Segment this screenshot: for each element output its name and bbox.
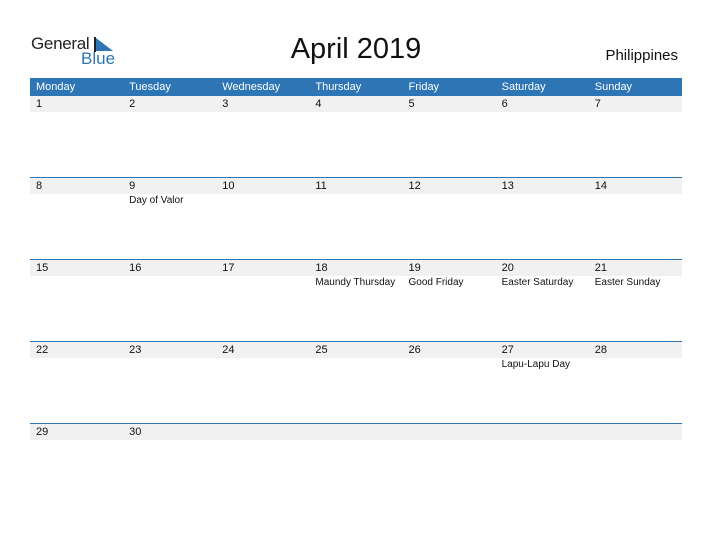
event-row: Maundy Thursday Good Friday Easter Saturda… [30, 276, 682, 290]
day-number: 4 [315, 98, 322, 110]
holiday-label [30, 194, 123, 208]
week-row: 8 9 10 11 12 13 14 Day of Valor [30, 177, 682, 259]
holiday-label [123, 358, 216, 372]
calendar-grid: Monday Tuesday Wednesday Thursday Friday… [30, 78, 682, 505]
weekday-label: Sunday [594, 81, 633, 93]
holiday-label: Easter Saturday [501, 277, 574, 288]
week-row: 22 23 24 25 26 27 28 Lapu-Lapu Day [30, 341, 682, 423]
day-number: 15 [36, 262, 49, 274]
day-number [403, 424, 496, 440]
day-number: 11 [315, 180, 327, 192]
holiday-label [30, 358, 123, 372]
weekday-label: Saturday [501, 81, 546, 93]
weekday-label: Thursday [315, 81, 362, 93]
day-number: 16 [129, 262, 142, 274]
weekday-label: Friday [408, 81, 440, 93]
weekday-label: Monday [36, 81, 76, 93]
day-number [496, 424, 589, 440]
date-row: 15 16 17 18 19 20 21 [30, 260, 682, 276]
day-number: 21 [594, 262, 607, 274]
day-number: 3 [222, 98, 229, 110]
day-number [216, 424, 309, 440]
date-row: 29 30 [30, 424, 682, 440]
day-number: 14 [594, 180, 607, 192]
holiday-label [216, 194, 309, 208]
holiday-label: Good Friday [408, 277, 464, 288]
event-row: Lapu-Lapu Day [30, 358, 682, 372]
holiday-label: Easter Sunday [594, 277, 661, 288]
event-row: Day of Valor [30, 194, 682, 208]
weekday-header: Monday Tuesday Wednesday Thursday Friday… [30, 78, 682, 96]
country-label: Philippines [605, 47, 678, 64]
holiday-label [309, 194, 402, 208]
day-number: 1 [36, 98, 43, 110]
weekday-label: Tuesday [129, 81, 171, 93]
holiday-label [496, 194, 589, 208]
week-row: 29 30 [30, 423, 682, 505]
week-row: 1 2 3 4 5 6 7 [30, 96, 682, 177]
day-number: 6 [501, 98, 508, 110]
holiday-label: Day of Valor [129, 195, 184, 206]
day-number: 5 [408, 98, 415, 110]
day-number: 30 [129, 426, 142, 438]
day-number: 20 [501, 262, 514, 274]
day-number: 19 [408, 262, 421, 274]
day-number: 2 [129, 98, 136, 110]
day-number: 17 [222, 262, 235, 274]
day-number: 24 [222, 344, 235, 356]
day-number: 23 [129, 344, 142, 356]
holiday-label: Maundy Thursday [315, 277, 396, 288]
day-number: 26 [408, 344, 421, 356]
holiday-label [216, 276, 309, 290]
date-row: 22 23 24 25 26 27 28 [30, 342, 682, 358]
day-number: 9 [129, 180, 136, 192]
day-number: 10 [222, 180, 235, 192]
holiday-label [309, 358, 402, 372]
holiday-label [216, 358, 309, 372]
holiday-label [403, 358, 496, 372]
day-number: 18 [315, 262, 328, 274]
holiday-label [403, 194, 496, 208]
day-number: 8 [36, 180, 43, 192]
holiday-label [123, 276, 216, 290]
day-number [589, 424, 682, 440]
day-number: 25 [315, 344, 328, 356]
day-number: 29 [36, 426, 49, 438]
holiday-label [589, 194, 682, 208]
day-number: 12 [408, 180, 421, 192]
day-number: 7 [594, 98, 601, 110]
holiday-label [589, 358, 682, 372]
weekday-label: Wednesday [222, 81, 281, 93]
day-number: 28 [594, 344, 607, 356]
day-number [309, 424, 402, 440]
day-number: 13 [501, 180, 514, 192]
date-row: 8 9 10 11 12 13 14 [30, 178, 682, 194]
date-row: 1 2 3 4 5 6 7 [30, 96, 682, 112]
day-number: 22 [36, 344, 49, 356]
holiday-label [30, 276, 123, 290]
week-row: 15 16 17 18 19 20 21 Maundy Thursday Good Friday… [30, 259, 682, 341]
holiday-label: Lapu-Lapu Day [501, 359, 571, 370]
day-number: 27 [501, 344, 514, 356]
